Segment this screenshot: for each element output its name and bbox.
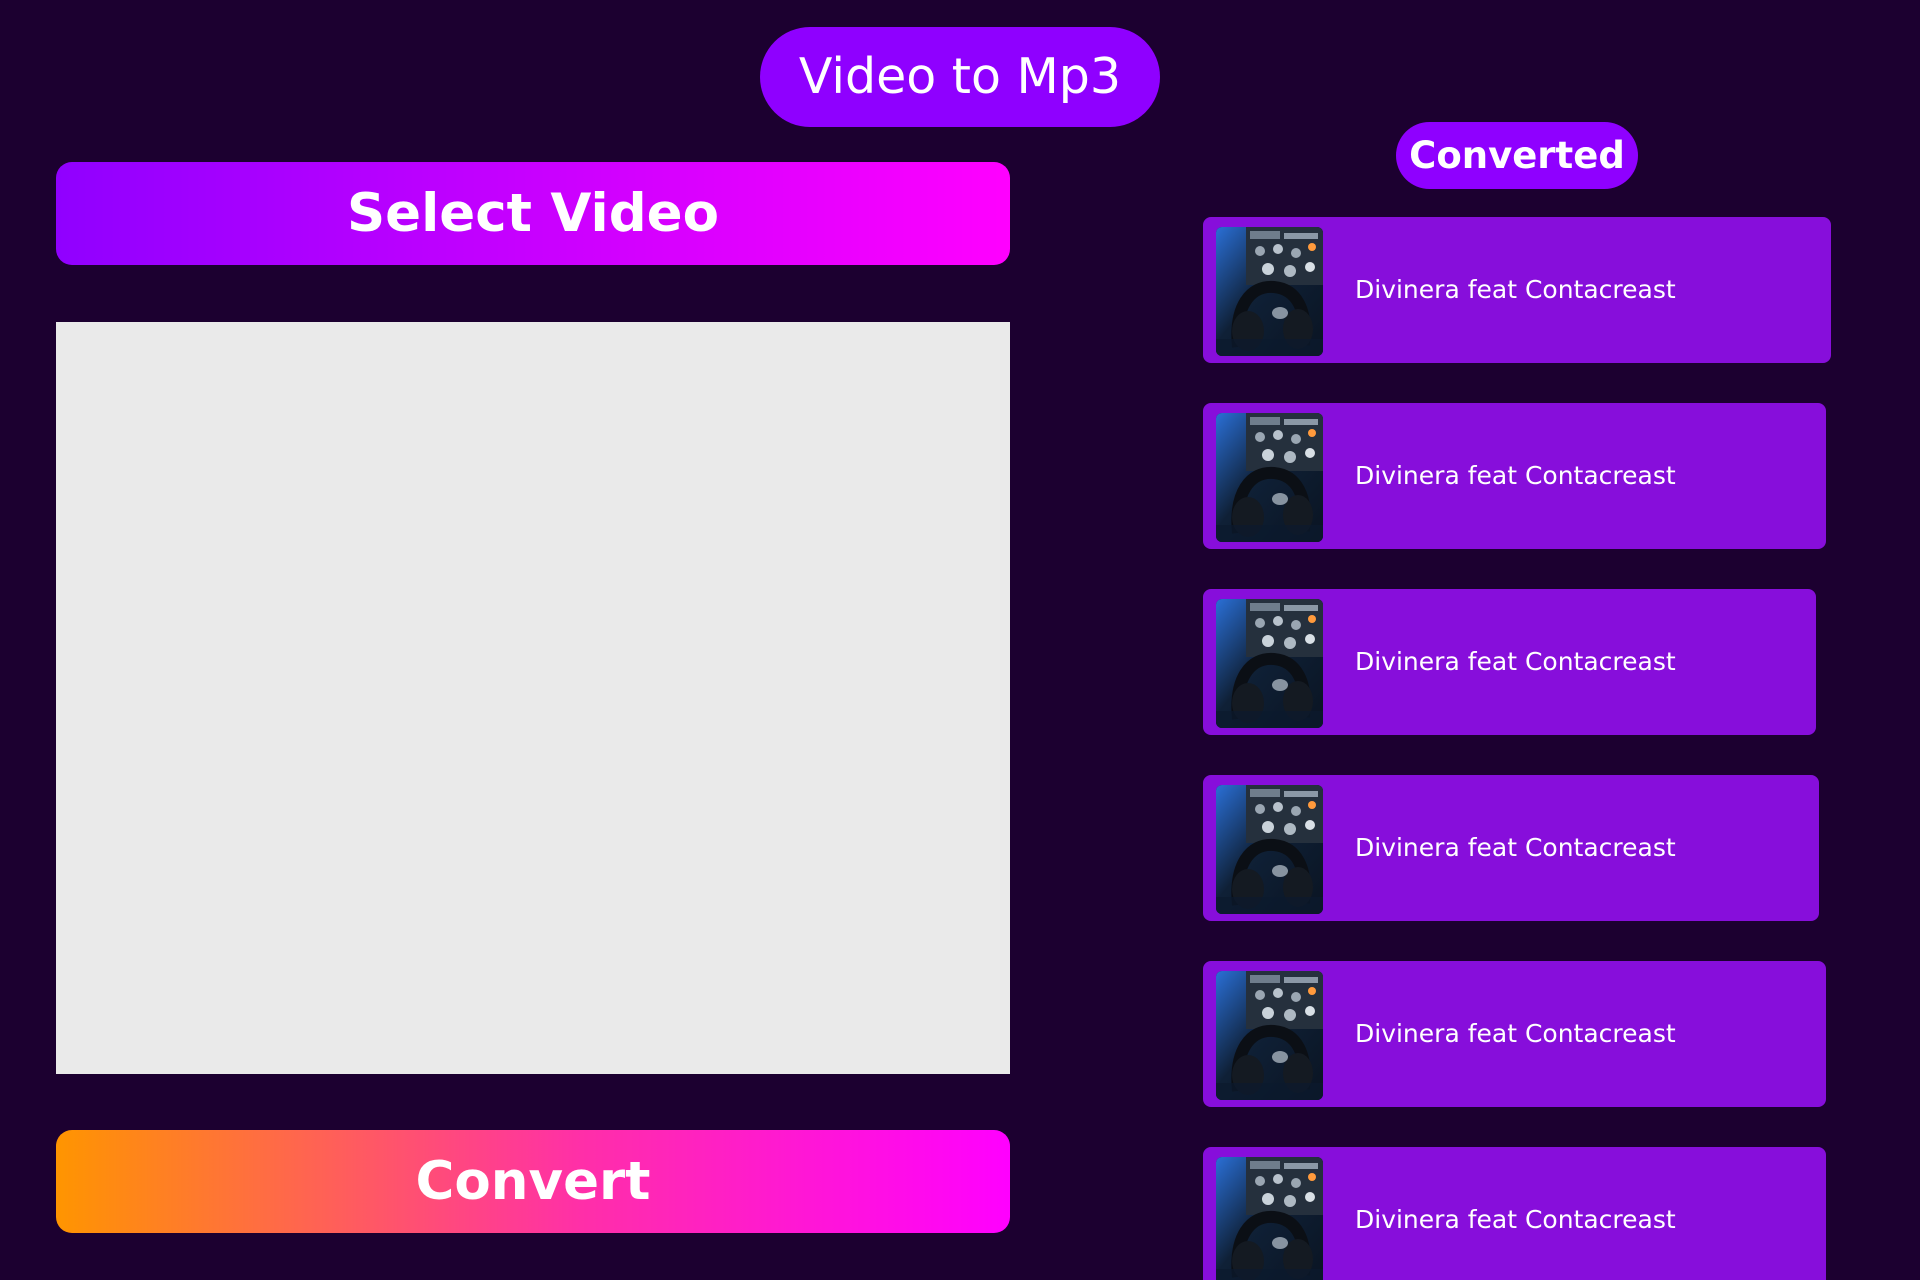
converted-item-label: Divinera feat Contacreast xyxy=(1355,275,1676,304)
converted-item[interactable]: Divinera feat Contacreast xyxy=(1203,403,1826,549)
converted-item-label: Divinera feat Contacreast xyxy=(1355,1205,1676,1234)
converted-item-label: Divinera feat Contacreast xyxy=(1355,833,1676,862)
convert-button[interactable]: Convert xyxy=(56,1130,1010,1233)
thumbnail-image xyxy=(1216,971,1323,1100)
converted-item[interactable]: Divinera feat Contacreast xyxy=(1203,1147,1826,1280)
converted-item[interactable]: Divinera feat Contacreast xyxy=(1203,217,1831,363)
thumbnail-image xyxy=(1216,227,1323,356)
thumbnail-image xyxy=(1216,785,1323,914)
converted-item-label: Divinera feat Contacreast xyxy=(1355,647,1676,676)
converted-item-label: Divinera feat Contacreast xyxy=(1355,1019,1676,1048)
converted-item[interactable]: Divinera feat Contacreast xyxy=(1203,775,1819,921)
converted-item[interactable]: Divinera feat Contacreast xyxy=(1203,589,1816,735)
select-video-button[interactable]: Select Video xyxy=(56,162,1010,265)
app-window: Video to Mp3 Select Video Convert Conver… xyxy=(0,0,1920,1280)
converted-item[interactable]: Divinera feat Contacreast xyxy=(1203,961,1826,1107)
thumbnail-image xyxy=(1216,1157,1323,1280)
video-preview-area xyxy=(56,322,1010,1074)
thumbnail-image xyxy=(1216,599,1323,728)
thumbnail-image xyxy=(1216,413,1323,542)
converted-heading: Converted xyxy=(1396,122,1638,189)
converted-item-label: Divinera feat Contacreast xyxy=(1355,461,1676,490)
app-title: Video to Mp3 xyxy=(760,27,1160,127)
